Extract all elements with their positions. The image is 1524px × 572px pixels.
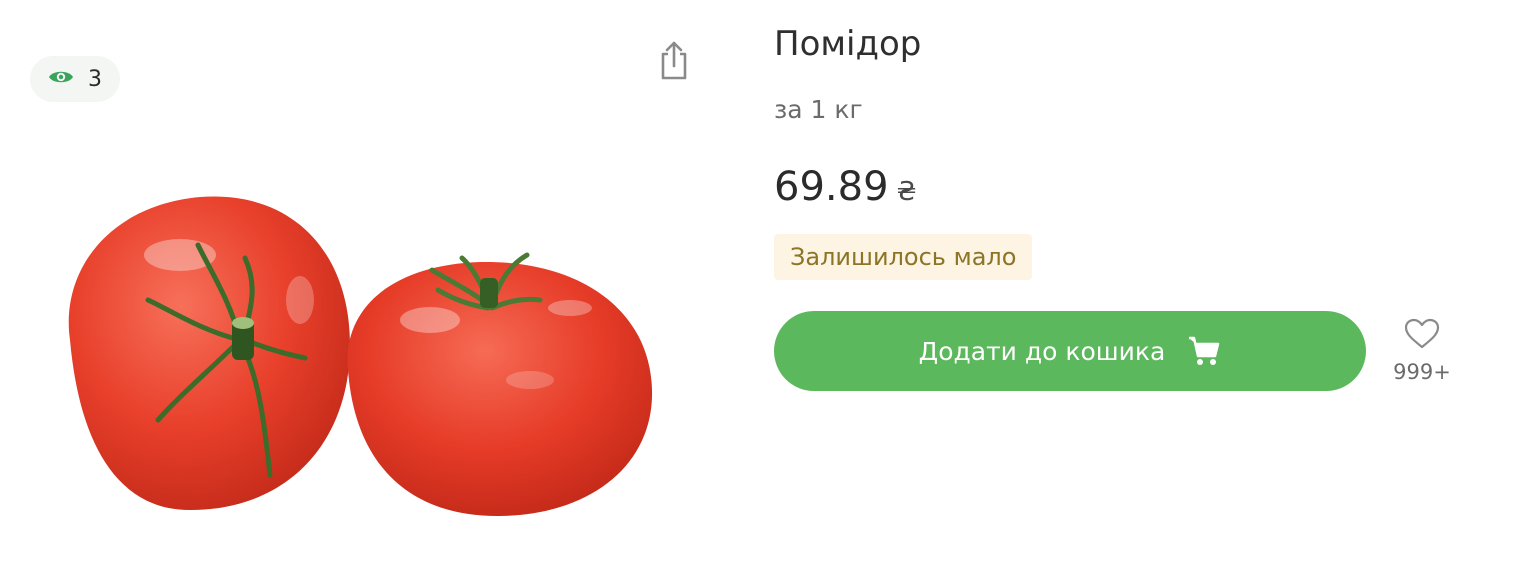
eye-icon (48, 68, 74, 90)
product-title: Помідор (774, 24, 922, 64)
share-button[interactable] (654, 40, 694, 84)
heart-icon (1404, 318, 1440, 354)
add-to-cart-label: Додати до кошика (918, 336, 1166, 366)
favorite-button[interactable]: 999+ (1390, 318, 1454, 388)
favorites-count: 999+ (1393, 360, 1451, 384)
share-icon (657, 40, 691, 84)
product-price: 69.89 ₴ (774, 164, 917, 210)
price-currency: ₴ (896, 177, 917, 207)
product-unit: за 1 кг (774, 95, 863, 124)
add-to-cart-button[interactable]: Додати до кошика (774, 311, 1366, 391)
price-value: 69.89 (774, 164, 889, 210)
views-badge: 3 (30, 56, 120, 102)
cart-icon (1187, 335, 1221, 367)
views-count: 3 (88, 66, 102, 92)
product-image (30, 180, 670, 540)
stock-status-badge: Залишилось мало (774, 234, 1033, 280)
